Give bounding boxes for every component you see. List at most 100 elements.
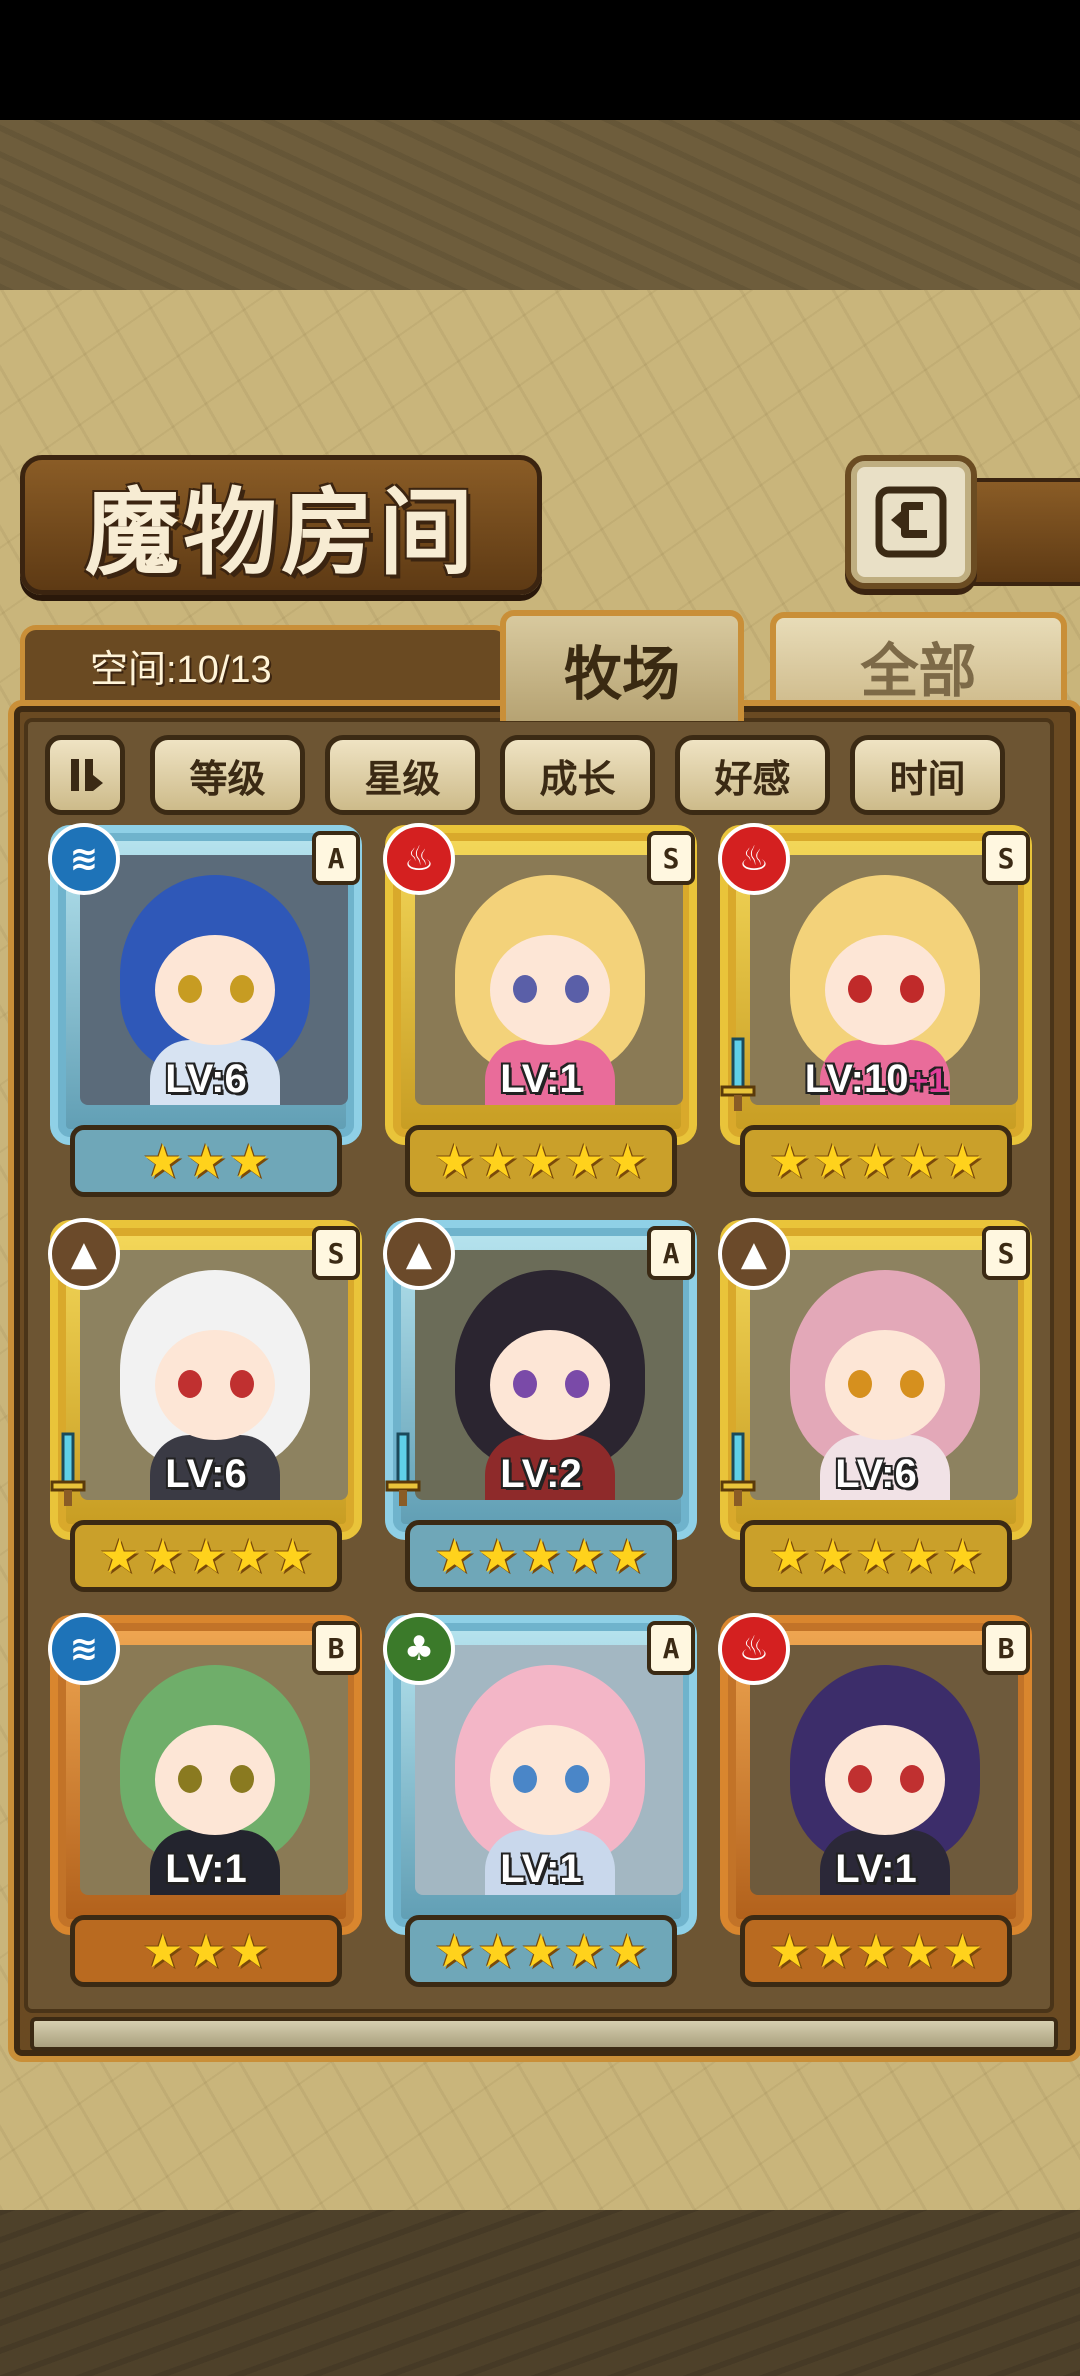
tab-ranch[interactable]: 牧场 (500, 610, 744, 721)
monster-card[interactable]: ≋ B LV:1 ★ ★ ★ (48, 1613, 362, 1987)
level-label: LV:6 (50, 1452, 362, 1497)
map-background-top (0, 120, 1080, 290)
monster-card[interactable]: ▲ A LV:2 ★ ★ ★ ★ ★ (383, 1218, 697, 1592)
flame-icon: ♨ (383, 823, 455, 895)
page-title: 魔物房间 (84, 478, 477, 588)
star-rating: ★ ★ ★ ★ ★ (405, 1915, 677, 1987)
portrait-eye (178, 975, 202, 1003)
tab-all[interactable]: 全部 (770, 612, 1067, 713)
filter-level-button[interactable]: 等级 (150, 735, 305, 815)
level-value: LV:1 (835, 1847, 917, 1891)
rank-badge: S (982, 831, 1030, 885)
star-rating: ★ ★ ★ (70, 1915, 342, 1987)
filter-affection-button[interactable]: 好感 (675, 735, 830, 815)
star-rating: ★ ★ ★ ★ ★ (405, 1125, 677, 1197)
star-icon: ★ (271, 1529, 314, 1583)
portrait-face (825, 1725, 945, 1835)
star-icon: ★ (898, 1529, 940, 1583)
star-rating: ★ ★ ★ ★ ★ (740, 1520, 1012, 1592)
monster-card[interactable]: ≋ A LV:6 ★ ★ ★ (48, 823, 362, 1197)
rank-badge: A (647, 1621, 695, 1675)
portrait-eye (848, 1765, 872, 1793)
star-icon: ★ (855, 1134, 897, 1188)
star-rating: ★ ★ ★ ★ ★ (740, 1125, 1012, 1197)
sort-toggle-icon (71, 759, 103, 791)
level-value: LV:1 (165, 1847, 247, 1891)
star-icon: ★ (768, 1134, 811, 1188)
level-value: LV:2 (500, 1452, 582, 1496)
sort-order-toggle[interactable] (45, 735, 125, 815)
monster-card[interactable]: ♨ S LV:1 ★ ★ ★ ★ ★ (383, 823, 697, 1197)
mountain-icon: ▲ (718, 1218, 790, 1290)
status-bar (0, 0, 1080, 120)
mountain-icon: ▲ (48, 1218, 120, 1290)
star-icon: ★ (142, 1529, 184, 1583)
rank-badge: B (982, 1621, 1030, 1675)
monster-card[interactable]: ▲ S LV:6 ★ ★ ★ ★ ★ (718, 1218, 1032, 1592)
level-label: LV:6 (50, 1057, 362, 1102)
monster-card[interactable]: ♨ S LV:10+1 ★ ★ ★ ★ ★ (718, 823, 1032, 1197)
monster-card[interactable]: ▲ S LV:6 ★ ★ ★ ★ ★ (48, 1218, 362, 1592)
filter-bar: 等级 星级 成长 好感 时间 (45, 735, 1035, 815)
monster-card[interactable]: ♨ B LV:1 ★ ★ ★ ★ ★ (718, 1613, 1032, 1987)
rank-badge: S (982, 1226, 1030, 1280)
level-bonus: +1 (908, 1062, 948, 1100)
star-rating: ★ ★ ★ (70, 1125, 342, 1197)
portrait-eye (178, 1765, 202, 1793)
portrait-eye (513, 1765, 537, 1793)
star-icon: ★ (433, 1529, 476, 1583)
map-background-bottom (0, 2210, 1080, 2376)
rank-badge: A (647, 1226, 695, 1280)
star-icon: ★ (228, 1529, 270, 1583)
star-icon: ★ (898, 1924, 940, 1978)
star-icon: ★ (477, 1924, 519, 1978)
star-icon: ★ (520, 1134, 562, 1188)
level-value: LV:6 (165, 1057, 247, 1101)
portrait-eye (513, 975, 537, 1003)
monster-card[interactable]: ♣ A LV:1 ★ ★ ★ ★ ★ (383, 1613, 697, 1987)
star-icon: ★ (606, 1134, 649, 1188)
leaf-icon: ♣ (383, 1613, 455, 1685)
portrait-eye (565, 975, 589, 1003)
portrait-eye (513, 1370, 537, 1398)
portrait-eye (900, 975, 924, 1003)
level-label: LV:1 (385, 1847, 697, 1892)
level-value: LV:1 (500, 1847, 582, 1891)
portrait-eye (230, 975, 254, 1003)
star-icon: ★ (433, 1924, 476, 1978)
level-label: LV:1 (720, 1847, 1032, 1892)
star-icon: ★ (768, 1924, 811, 1978)
portrait-face (490, 935, 610, 1045)
rank-badge: S (647, 831, 695, 885)
level-label: LV:10+1 (720, 1057, 1032, 1102)
portrait-eye (565, 1765, 589, 1793)
portrait-eye (230, 1370, 254, 1398)
title-plate: 魔物房间 (20, 455, 542, 595)
star-icon: ★ (477, 1134, 519, 1188)
filter-time-button[interactable]: 时间 (850, 735, 1005, 815)
flame-icon: ♨ (718, 823, 790, 895)
capacity-label: 空间:10/13 (90, 649, 272, 691)
star-icon: ★ (606, 1924, 649, 1978)
back-button[interactable] (845, 455, 977, 589)
mountain-icon: ▲ (383, 1218, 455, 1290)
rank-badge: A (312, 831, 360, 885)
waves-icon: ≋ (48, 823, 120, 895)
tab-ranch-label: 牧场 (563, 639, 680, 708)
star-icon: ★ (142, 1924, 184, 1978)
level-label: LV:2 (385, 1452, 697, 1497)
level-value: LV:10 (804, 1057, 909, 1101)
star-icon: ★ (855, 1924, 897, 1978)
filter-star-button[interactable]: 星级 (325, 735, 480, 815)
star-rating: ★ ★ ★ ★ ★ (740, 1915, 1012, 1987)
star-icon: ★ (228, 1134, 270, 1188)
portrait-eye (230, 1765, 254, 1793)
filter-growth-button[interactable]: 成长 (500, 735, 655, 815)
back-button-rail (965, 478, 1080, 586)
star-icon: ★ (941, 1134, 984, 1188)
star-rating: ★ ★ ★ ★ ★ (405, 1520, 677, 1592)
star-icon: ★ (98, 1529, 141, 1583)
star-icon: ★ (563, 1134, 605, 1188)
star-icon: ★ (185, 1924, 227, 1978)
portrait-face (155, 1330, 275, 1440)
